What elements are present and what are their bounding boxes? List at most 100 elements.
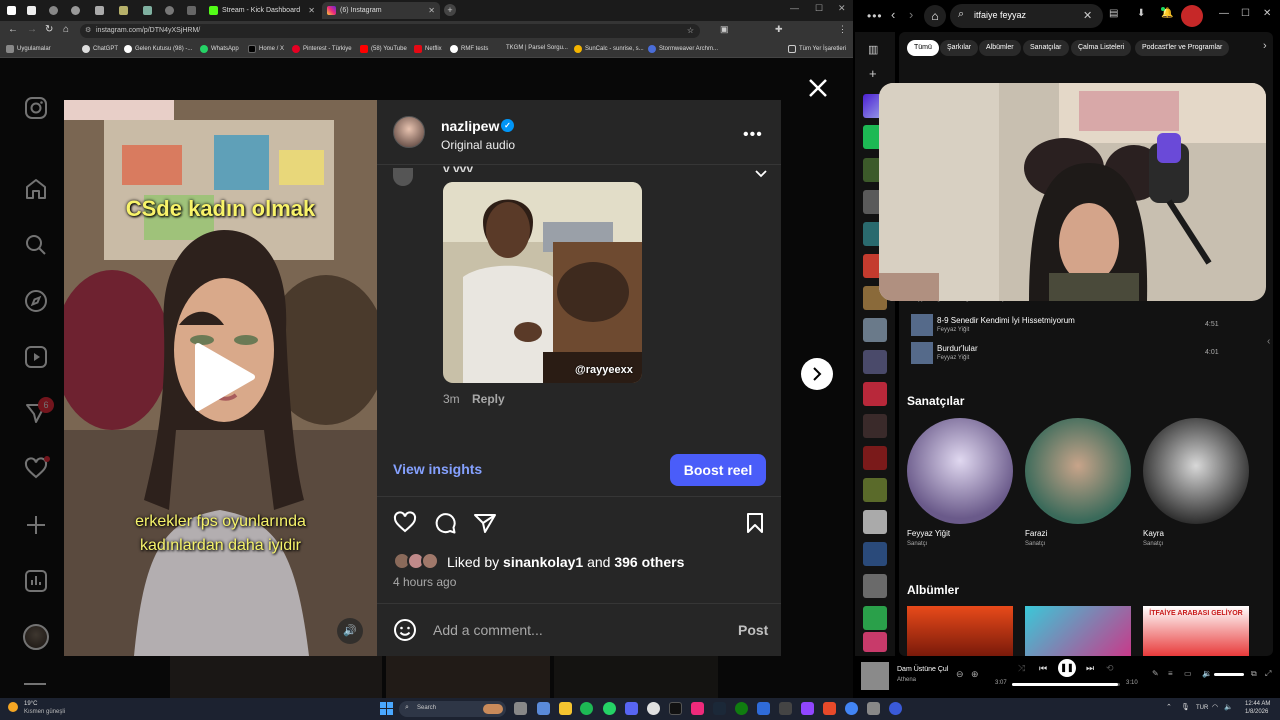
reload-icon[interactable]: ↻ xyxy=(45,24,53,35)
install-icon[interactable]: ⬇ xyxy=(1137,8,1145,19)
instagram-icon[interactable] xyxy=(691,702,704,715)
task-view-icon[interactable] xyxy=(514,702,527,715)
library-icon[interactable]: ▥ xyxy=(868,43,878,56)
progress-bar[interactable] xyxy=(1012,683,1120,686)
right-panel-toggle-icon[interactable]: ‹ xyxy=(1267,336,1270,347)
album-cover[interactable] xyxy=(1025,606,1131,656)
commenter-username[interactable]: y yyy xyxy=(443,162,473,172)
chip-playlists[interactable]: Çalma Listeleri xyxy=(1071,40,1132,56)
previous-icon[interactable]: ⏮ xyxy=(1039,663,1047,674)
bookmark-x[interactable]: Home / X xyxy=(248,45,284,53)
app-icon[interactable] xyxy=(867,702,880,715)
tab[interactable] xyxy=(44,2,64,19)
pause-button[interactable]: ❚❚ xyxy=(1058,659,1076,677)
song-artist[interactable]: Feyyaz Yiğit xyxy=(937,355,969,361)
play-icon[interactable] xyxy=(192,342,256,412)
chip-artists[interactable]: Sanatçılar xyxy=(1023,40,1069,56)
boost-reel-button[interactable]: Boost reel xyxy=(670,454,766,486)
minimize-button[interactable]: — xyxy=(1219,8,1229,19)
minimize-button[interactable]: — xyxy=(790,3,799,13)
xbox-icon[interactable] xyxy=(735,702,748,715)
weather-desc[interactable]: Kısmen güneşli xyxy=(24,709,65,715)
widgets-icon[interactable] xyxy=(537,702,550,715)
playlist-thumbnail[interactable] xyxy=(863,478,887,502)
menu-dots-icon[interactable]: ••• xyxy=(867,9,883,23)
word-icon[interactable] xyxy=(757,702,770,715)
artist-image[interactable] xyxy=(1025,418,1131,524)
artist-name[interactable]: Farazi xyxy=(1025,529,1047,538)
speaker-icon[interactable]: 🔈 xyxy=(1224,703,1233,711)
playlist-thumbnail[interactable] xyxy=(863,510,887,534)
taskbar-search[interactable]: ⌕ Search xyxy=(399,701,506,717)
artist-name[interactable]: Feyyaz Yiğit xyxy=(907,529,950,538)
now-playing-cover[interactable] xyxy=(861,662,889,690)
queue-icon[interactable]: ≡ xyxy=(1168,669,1173,678)
whatsapp-icon[interactable] xyxy=(603,702,616,715)
bookmark-star-icon[interactable]: ☆ xyxy=(687,24,694,38)
close-icon[interactable]: ✕ xyxy=(308,6,315,15)
song-artist[interactable]: Feyyaz Yiğit xyxy=(937,327,969,333)
chip-podcasts[interactable]: Podcast'ler ve Programlar xyxy=(1135,40,1230,56)
chevron-right-icon[interactable]: › xyxy=(1263,40,1267,52)
commenter-avatar[interactable] xyxy=(393,168,413,186)
album-cover[interactable] xyxy=(907,606,1013,656)
app-icon[interactable] xyxy=(779,702,792,715)
bookmark-netflix[interactable]: Netflix xyxy=(414,45,442,53)
mini-player-icon[interactable]: ⧉ xyxy=(1251,669,1257,679)
bookmark-suncalc[interactable]: SunCalc - sunrise, s... xyxy=(574,45,644,53)
like-icon[interactable] xyxy=(393,511,417,535)
home-icon[interactable]: ⌂ xyxy=(924,5,946,27)
site-info-icon[interactable]: ⚙ xyxy=(85,24,91,38)
chevron-down-icon[interactable] xyxy=(754,168,768,180)
extensions-icon[interactable]: ✚ xyxy=(775,24,783,35)
bookmark-tkgm[interactable]: TKGM | Parsel Sorgu... xyxy=(506,45,568,51)
twitch-icon[interactable] xyxy=(801,702,814,715)
volume-icon[interactable]: 🔉 xyxy=(1202,669,1212,678)
artist-image[interactable] xyxy=(1143,418,1249,524)
clock-date[interactable]: 1/8/2026 xyxy=(1245,709,1268,715)
fullscreen-icon[interactable]: ⤢ xyxy=(1265,669,1271,679)
chatgpt-icon[interactable] xyxy=(647,702,660,715)
chip-all[interactable]: Tümü xyxy=(907,40,939,56)
tab[interactable] xyxy=(182,2,202,19)
post-comment-button[interactable]: Post xyxy=(738,622,768,638)
next-post-button[interactable] xyxy=(801,358,833,390)
comment-icon[interactable] xyxy=(433,511,457,535)
bookmark-youtube[interactable]: (58) YouTube xyxy=(360,45,407,53)
browse-icon[interactable]: ▤ xyxy=(1109,8,1118,19)
more-options-icon[interactable]: ••• xyxy=(743,126,763,144)
add-icon[interactable]: ⊕ xyxy=(971,669,979,680)
artist-image[interactable] xyxy=(907,418,1013,524)
comment-input[interactable]: Add a comment... xyxy=(433,622,543,638)
bookmark-gmail[interactable]: Gelen Kutusu (98) -... xyxy=(124,45,192,53)
tab[interactable] xyxy=(138,2,158,19)
chevron-up-icon[interactable]: ⌃ xyxy=(1166,703,1172,711)
steam-icon[interactable] xyxy=(713,702,726,715)
playlist-thumbnail[interactable] xyxy=(863,574,887,598)
close-window-button[interactable]: ✕ xyxy=(1263,8,1271,19)
start-button[interactable] xyxy=(380,702,393,715)
bookmark-pinterest[interactable]: Pinterest - Türkiye xyxy=(292,45,352,53)
maximize-button[interactable]: ☐ xyxy=(1241,8,1250,19)
artists-heading[interactable]: Sanatçılar xyxy=(907,394,964,408)
bookmark-rmf[interactable]: RMF tests xyxy=(450,45,488,53)
clock-time[interactable]: 12:44 AM xyxy=(1245,701,1270,707)
menu-icon[interactable]: ⋮ xyxy=(838,24,847,35)
tab[interactable] xyxy=(2,2,22,19)
liked-by-others[interactable]: 396 others xyxy=(614,554,684,570)
app-icon[interactable] xyxy=(823,702,836,715)
now-playing-title[interactable]: Dam Üstüne Çul xyxy=(897,666,948,673)
x-icon[interactable] xyxy=(669,702,682,715)
song-title[interactable]: 8-9 Senedir Kendimi İyi Hissetmiyorum xyxy=(937,316,1075,325)
playlist-thumbnail[interactable] xyxy=(863,382,887,406)
chrome-icon[interactable] xyxy=(845,702,858,715)
playlist-thumbnail[interactable] xyxy=(863,632,887,652)
bookmark-whatsapp[interactable]: WhatsApp xyxy=(200,45,239,53)
discord-icon[interactable] xyxy=(625,702,638,715)
now-playing-view-icon[interactable]: ✎ xyxy=(1152,669,1159,678)
playlist-thumbnail[interactable] xyxy=(863,606,887,630)
bookmark-stormweaver[interactable]: Stormweaver Archm... xyxy=(648,45,718,53)
bookmark-all[interactable]: Tüm Yer İşaretleri xyxy=(788,45,846,53)
chip-songs[interactable]: Şarkılar xyxy=(940,40,979,56)
volume-slider[interactable] xyxy=(1214,673,1244,676)
